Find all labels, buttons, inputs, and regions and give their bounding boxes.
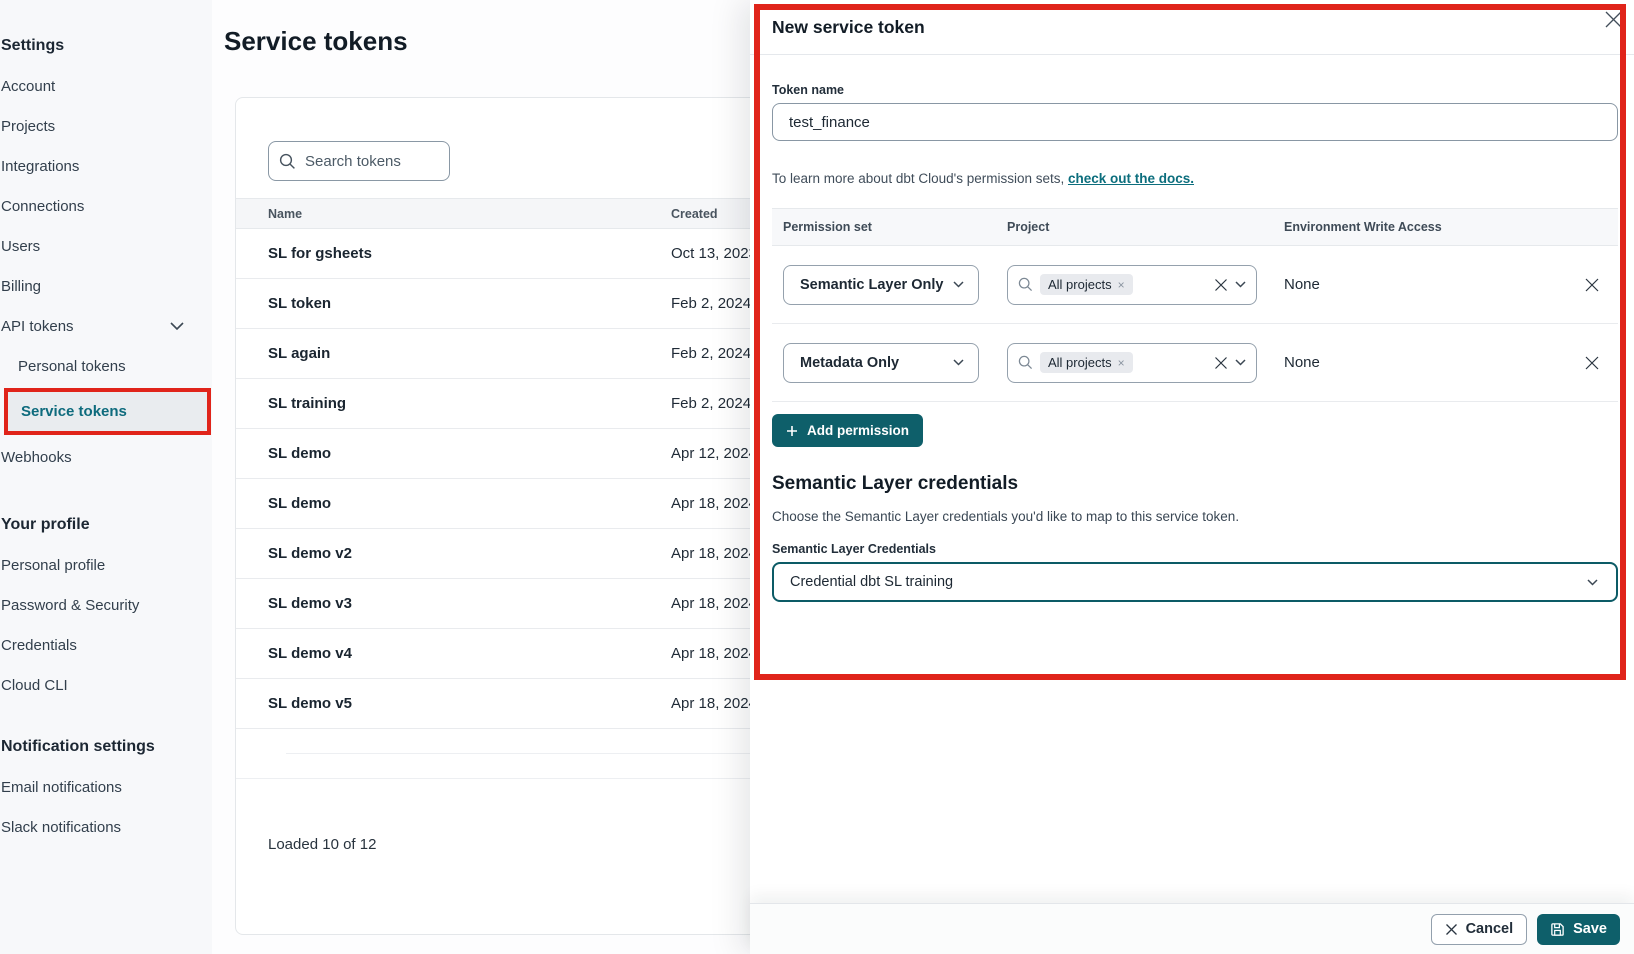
column-header-permission-set: Permission set [783,220,1007,234]
project-multiselect[interactable]: All projects × [1007,343,1257,383]
token-name-label: Token name [772,83,1618,97]
chevron-down-icon[interactable] [1235,281,1246,288]
delete-permission-icon[interactable] [1578,349,1606,377]
save-button[interactable]: Save [1537,914,1620,945]
project-chip: All projects × [1040,274,1133,295]
sidebar-section-settings: Settings [1,26,212,66]
close-icon [1445,923,1458,936]
permission-docs-text: To learn more about dbt Cloud's permissi… [772,171,1618,186]
sidebar-item-billing[interactable]: Billing [1,266,212,306]
credentials-select[interactable]: Credential dbt SL training [772,562,1618,602]
sidebar-item-api-tokens[interactable]: API tokens [1,306,212,346]
clear-selection-icon[interactable] [1214,278,1228,292]
sidebar-item-slack-notifications[interactable]: Slack notifications [1,807,212,847]
docs-link[interactable]: check out the docs. [1068,171,1194,186]
clear-selection-icon[interactable] [1214,356,1228,370]
environment-write-access-value: None [1284,276,1578,293]
save-disk-icon [1550,922,1565,937]
environment-write-access-value: None [1284,354,1578,371]
permission-row: Semantic Layer Only All projects × [772,246,1618,324]
new-service-token-drawer: New service token Token name To learn mo… [750,0,1634,954]
settings-sidebar: Settings Account Projects Integrations C… [0,0,212,954]
column-header-name: Name [236,207,302,221]
plus-icon [786,425,798,437]
remove-chip-icon[interactable]: × [1118,278,1125,292]
drawer-header: New service token [750,0,1634,55]
token-name-input[interactable] [772,103,1618,141]
sidebar-item-integrations[interactable]: Integrations [1,146,212,186]
remove-chip-icon[interactable]: × [1118,356,1125,370]
sidebar-item-credentials[interactable]: Credentials [1,625,212,665]
column-header-environment-write-access: Environment Write Access [1284,220,1578,234]
sidebar-item-service-tokens[interactable]: Service tokens [8,392,207,431]
semantic-layer-credentials-description: Choose the Semantic Layer credentials yo… [772,509,1618,524]
project-multiselect[interactable]: All projects × [1007,265,1257,305]
semantic-layer-credentials-heading: Semantic Layer credentials [772,473,1618,495]
sidebar-section-your-profile: Your profile [1,505,212,545]
search-icon [1018,277,1033,292]
chevron-down-icon [953,281,964,288]
chevron-down-icon [1587,579,1598,586]
sidebar-item-projects[interactable]: Projects [1,106,212,146]
delete-permission-icon[interactable] [1578,271,1606,299]
search-icon [1018,355,1033,370]
drawer-footer: Cancel Save [750,903,1634,954]
drawer-body: Token name To learn more about dbt Cloud… [750,55,1634,903]
sidebar-item-personal-profile[interactable]: Personal profile [1,545,212,585]
sidebar-item-connections[interactable]: Connections [1,186,212,226]
column-header-project: Project [1007,220,1284,234]
sidebar-item-password-security[interactable]: Password & Security [1,585,212,625]
chevron-down-icon [953,359,964,366]
permission-table-header: Permission set Project Environment Write… [772,208,1618,246]
search-input[interactable] [305,153,425,170]
sidebar-item-personal-tokens[interactable]: Personal tokens [1,346,212,386]
search-icon [279,153,296,170]
sidebar-item-email-notifications[interactable]: Email notifications [1,767,212,807]
page-title: Service tokens [224,26,408,57]
add-permission-button[interactable]: Add permission [772,414,923,447]
chevron-down-icon[interactable] [1235,359,1246,366]
sidebar-item-account[interactable]: Account [1,66,212,106]
sidebar-section-notification-settings: Notification settings [1,727,212,767]
search-tokens-box [268,141,450,181]
chevron-down-icon [170,322,184,330]
cancel-button[interactable]: Cancel [1431,914,1528,945]
annotation-box-service-tokens: Service tokens [4,388,211,435]
column-header-created: Created [671,207,718,221]
sidebar-item-webhooks[interactable]: Webhooks [1,437,212,477]
drawer-title: New service token [772,17,925,38]
credentials-select-label: Semantic Layer Credentials [772,542,1618,556]
close-icon[interactable] [1601,7,1625,31]
permission-set-select[interactable]: Metadata Only [783,343,979,383]
permission-set-select[interactable]: Semantic Layer Only [783,265,979,305]
sidebar-item-users[interactable]: Users [1,226,212,266]
sidebar-item-cloud-cli[interactable]: Cloud CLI [1,665,212,705]
permission-row: Metadata Only All projects × [772,324,1618,402]
project-chip: All projects × [1040,352,1133,373]
